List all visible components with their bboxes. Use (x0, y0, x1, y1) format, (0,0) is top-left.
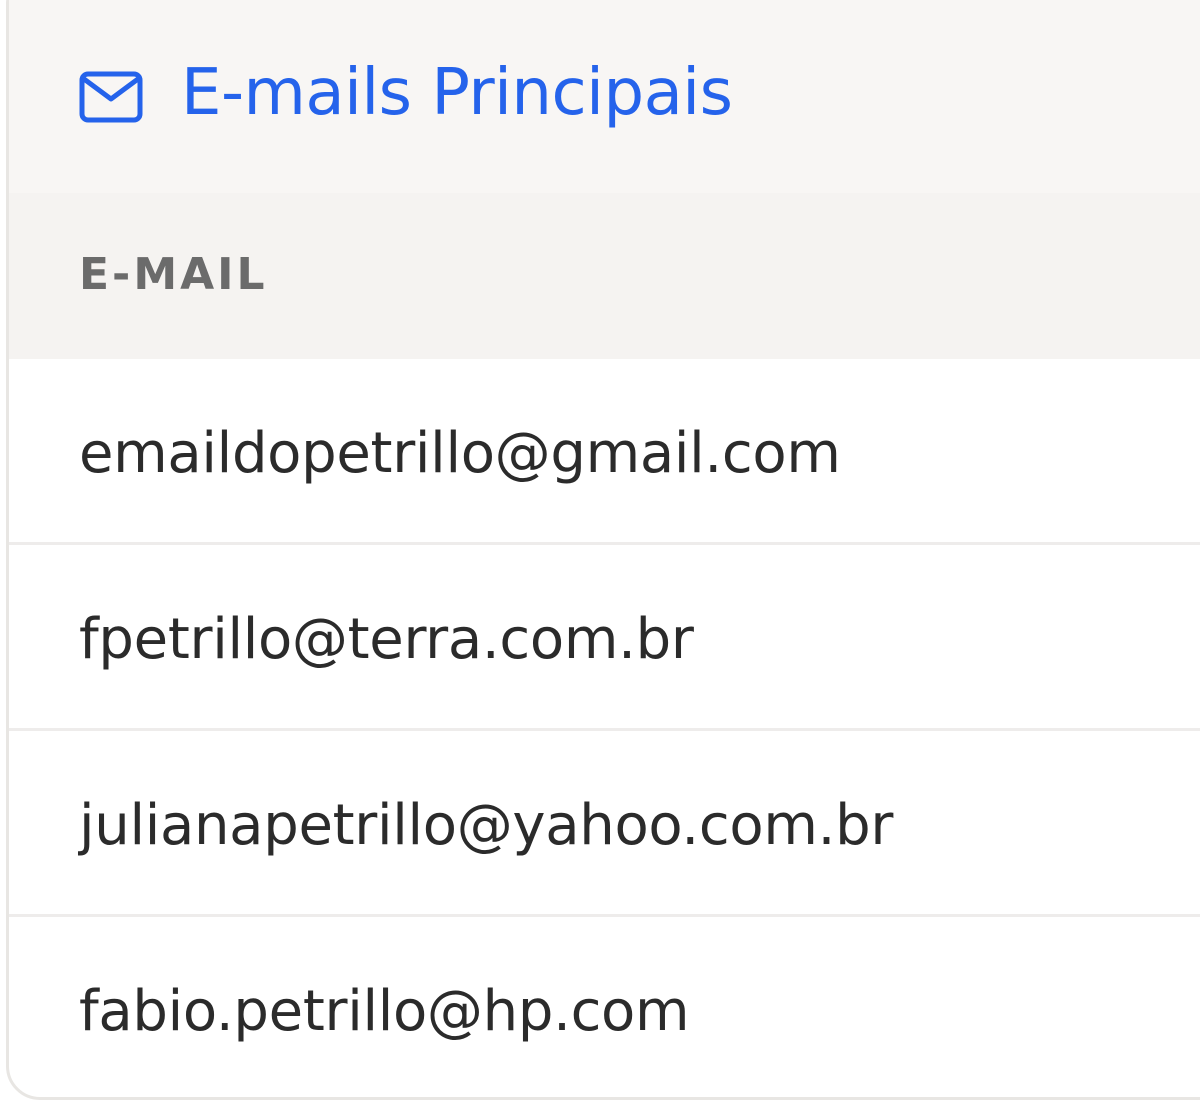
mail-icon (79, 71, 143, 123)
email-cell: emaildopetrillo@gmail.com (79, 421, 841, 486)
card-header: E-mails Principais (9, 0, 1200, 193)
table-row[interactable]: fabio.petrillo@hp.com (9, 917, 1200, 1097)
email-cell: fabio.petrillo@hp.com (79, 979, 690, 1044)
table-row[interactable]: fpetrillo@terra.com.br (9, 545, 1200, 731)
table-row[interactable]: julianapetrillo@yahoo.com.br (9, 731, 1200, 917)
emails-card: E-mails Principais E-MAIL emaildopetrill… (6, 0, 1200, 1100)
email-cell: fpetrillo@terra.com.br (79, 607, 694, 672)
table-row[interactable]: emaildopetrillo@gmail.com (9, 359, 1200, 545)
email-cell: julianapetrillo@yahoo.com.br (79, 793, 894, 858)
column-header-email: E-MAIL (79, 249, 268, 300)
email-list: emaildopetrillo@gmail.com fpetrillo@terr… (9, 359, 1200, 1097)
card-title: E-mails Principais (181, 56, 733, 130)
